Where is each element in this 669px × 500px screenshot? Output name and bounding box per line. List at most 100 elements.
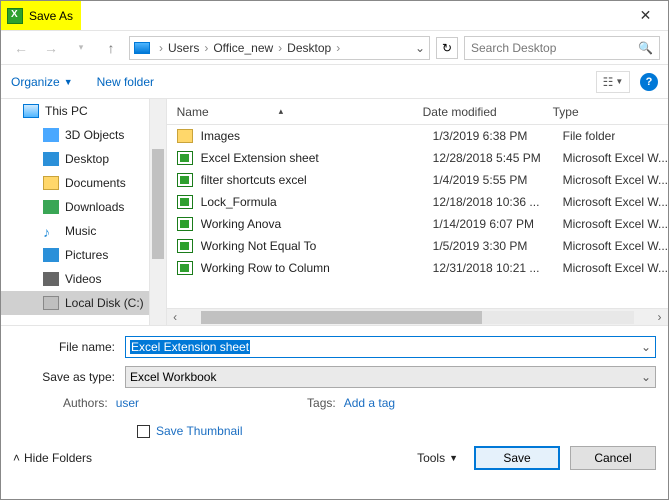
excel-icon <box>7 8 23 24</box>
3d-icon <box>43 128 59 142</box>
downloads-icon <box>43 200 59 214</box>
excel-file-icon <box>177 239 193 253</box>
chevron-down-icon[interactable]: ⌄ <box>641 340 651 354</box>
sidebar-music[interactable]: ♪Music <box>1 219 149 243</box>
title-highlight: Save As <box>1 1 81 30</box>
tags-label: Tags: <box>307 396 336 410</box>
titlebar: Save As ✕ <box>1 1 668 31</box>
sidebar-desktop[interactable]: Desktop <box>1 147 149 171</box>
window-title: Save As <box>29 9 73 23</box>
back-button[interactable]: ← <box>9 36 33 60</box>
save-thumbnail-label: Save Thumbnail <box>156 424 243 438</box>
authors-label: Authors: <box>63 396 108 410</box>
search-input[interactable]: Search Desktop 🔍 <box>464 36 660 60</box>
horizontal-scrollbar[interactable]: ‹› <box>167 308 668 325</box>
sidebar-videos[interactable]: Videos <box>1 267 149 291</box>
organize-menu[interactable]: Organize ▼ <box>11 75 73 89</box>
sort-indicator-icon: ▴ <box>279 106 284 117</box>
new-folder-button[interactable]: New folder <box>97 75 154 89</box>
savetype-value: Excel Workbook <box>130 370 216 384</box>
file-date: 1/5/2019 3:30 PM <box>433 239 563 253</box>
authors-value[interactable]: user <box>116 396 139 410</box>
column-name[interactable]: Name▴ <box>177 105 423 119</box>
up-button[interactable]: ↑ <box>99 36 123 60</box>
address-bar[interactable]: › Users › Office_new › Desktop › ⌄ <box>129 36 430 60</box>
file-row[interactable]: Working Not Equal To1/5/2019 3:30 PMMicr… <box>167 235 668 257</box>
filename-input[interactable]: Excel Extension sheet ⌄ <box>125 336 656 358</box>
refresh-button[interactable]: ↻ <box>436 37 458 59</box>
cancel-button[interactable]: Cancel <box>570 446 656 470</box>
file-date: 1/4/2019 5:55 PM <box>433 173 563 187</box>
file-row[interactable]: Working Row to Column12/31/2018 10:21 ..… <box>167 257 668 279</box>
file-type: File folder <box>563 129 616 143</box>
file-type: Microsoft Excel W... <box>563 217 668 231</box>
pc-icon <box>23 104 39 118</box>
tools-menu[interactable]: Tools ▼ <box>411 448 464 468</box>
chevron-down-icon: ▼ <box>64 77 73 87</box>
file-date: 1/14/2019 6:07 PM <box>433 217 563 231</box>
disk-icon <box>43 296 59 310</box>
sidebar-pictures[interactable]: Pictures <box>1 243 149 267</box>
sidebar-local-disk[interactable]: Local Disk (C:) <box>1 291 149 315</box>
view-options-button[interactable]: ☷ ▼ <box>596 71 630 93</box>
file-row[interactable]: filter shortcuts excel1/4/2019 5:55 PMMi… <box>167 169 668 191</box>
sidebar: This PC 3D Objects Desktop Documents Dow… <box>1 99 167 325</box>
sidebar-this-pc[interactable]: This PC <box>1 99 149 123</box>
pc-icon <box>134 42 150 54</box>
savetype-combo[interactable]: Excel Workbook ⌄ <box>125 366 656 388</box>
file-type: Microsoft Excel W... <box>563 151 668 165</box>
file-date: 1/3/2019 6:38 PM <box>433 129 563 143</box>
sidebar-downloads[interactable]: Downloads <box>1 195 149 219</box>
save-button[interactable]: Save <box>474 446 560 470</box>
file-name: Excel Extension sheet <box>201 151 433 165</box>
file-date: 12/28/2018 5:45 PM <box>433 151 563 165</box>
tags-value[interactable]: Add a tag <box>344 396 395 410</box>
videos-icon <box>43 272 59 286</box>
file-type: Microsoft Excel W... <box>563 195 668 209</box>
sidebar-scrollbar[interactable] <box>149 99 166 325</box>
search-placeholder: Search Desktop <box>471 41 556 55</box>
breadcrumb-office[interactable]: Office_new <box>213 41 273 55</box>
excel-file-icon <box>177 151 193 165</box>
file-row[interactable]: Lock_Formula12/18/2018 10:36 ...Microsof… <box>167 191 668 213</box>
sidebar-3d-objects[interactable]: 3D Objects <box>1 123 149 147</box>
documents-icon <box>43 176 59 190</box>
file-type: Microsoft Excel W... <box>563 239 668 253</box>
hide-folders-button[interactable]: ˄ Hide Folders <box>13 451 92 465</box>
file-name: Lock_Formula <box>201 195 433 209</box>
help-button[interactable]: ? <box>640 73 658 91</box>
breadcrumb-desktop[interactable]: Desktop <box>287 41 331 55</box>
file-row[interactable]: Working Anova1/14/2019 6:07 PMMicrosoft … <box>167 213 668 235</box>
address-dropdown-icon[interactable]: ⌄ <box>415 41 425 55</box>
file-name: Working Row to Column <box>201 261 433 275</box>
file-name: Working Not Equal To <box>201 239 433 253</box>
column-date[interactable]: Date modified <box>423 105 553 119</box>
chevron-down-icon: ▼ <box>449 453 458 463</box>
file-row[interactable]: Excel Extension sheet12/28/2018 5:45 PMM… <box>167 147 668 169</box>
excel-file-icon <box>177 195 193 209</box>
content-area: This PC 3D Objects Desktop Documents Dow… <box>1 99 668 325</box>
recent-dropdown[interactable]: ▾ <box>69 36 93 60</box>
column-headers: Name▴ Date modified Type <box>167 99 668 125</box>
sidebar-documents[interactable]: Documents <box>1 171 149 195</box>
file-list: Images1/3/2019 6:38 PMFile folderExcel E… <box>167 125 668 308</box>
save-thumbnail-checkbox[interactable] <box>137 425 150 438</box>
form-area: File name: Excel Extension sheet ⌄ Save … <box>1 325 668 476</box>
view-icon: ☷ <box>603 75 614 89</box>
toolbar: Organize ▼ New folder ☷ ▼ ? <box>1 65 668 99</box>
forward-button[interactable]: → <box>39 36 63 60</box>
excel-file-icon <box>177 261 193 275</box>
file-type: Microsoft Excel W... <box>563 261 668 275</box>
chevron-up-icon: ˄ <box>13 451 20 465</box>
close-icon[interactable]: ✕ <box>623 1 668 31</box>
file-name: Working Anova <box>201 217 433 231</box>
chevron-down-icon[interactable]: ⌄ <box>641 370 651 384</box>
desktop-icon <box>43 152 59 166</box>
chevron-down-icon: ▼ <box>615 77 623 86</box>
file-row[interactable]: Images1/3/2019 6:38 PMFile folder <box>167 125 668 147</box>
breadcrumb-users[interactable]: Users <box>168 41 199 55</box>
column-type[interactable]: Type <box>553 105 668 119</box>
file-type: Microsoft Excel W... <box>563 173 668 187</box>
music-icon: ♪ <box>43 224 59 238</box>
savetype-label: Save as type: <box>13 370 125 384</box>
